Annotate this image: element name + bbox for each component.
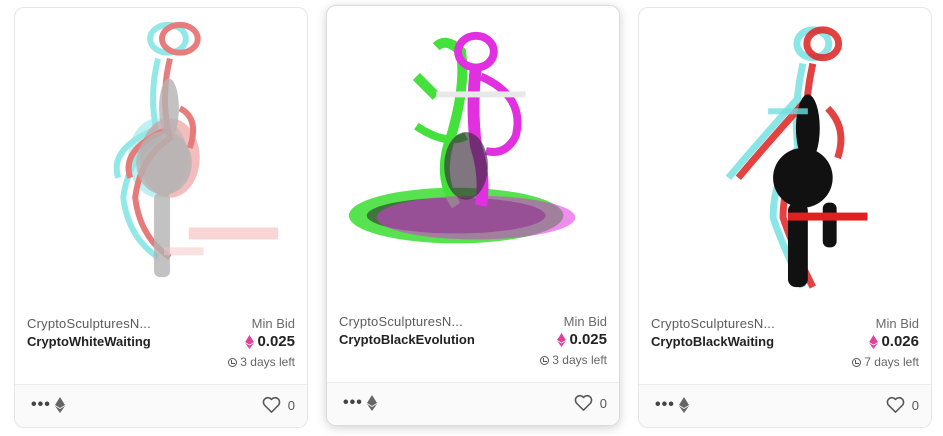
ethereum-icon xyxy=(869,334,879,349)
price: 0.026 xyxy=(869,333,919,350)
more-dots-icon[interactable]: ••• xyxy=(655,397,675,413)
price-value: 0.025 xyxy=(569,331,607,348)
ethereum-icon xyxy=(557,332,567,347)
ethereum-icon xyxy=(55,397,65,413)
like-count: 0 xyxy=(911,398,919,413)
nft-card[interactable]: CryptoSculpturesN... CryptoBlackEvolutio… xyxy=(326,5,620,426)
heart-icon[interactable] xyxy=(574,394,593,412)
heart-icon[interactable] xyxy=(886,396,905,414)
time-left-text: 3 days left xyxy=(552,353,607,367)
ethereum-icon xyxy=(245,334,255,349)
heart-icon[interactable] xyxy=(262,396,281,414)
time-left-text: 3 days left xyxy=(240,355,295,369)
min-bid-label: Min Bid xyxy=(563,314,607,329)
like-count: 0 xyxy=(599,396,607,411)
more-dots-icon[interactable]: ••• xyxy=(31,397,51,413)
price: 0.025 xyxy=(245,333,295,350)
time-left: 7 days left xyxy=(852,355,919,369)
clock-icon xyxy=(540,355,550,365)
price-value: 0.026 xyxy=(881,333,919,350)
nft-artwork-image[interactable] xyxy=(327,6,619,296)
time-left-text: 7 days left xyxy=(864,355,919,369)
card-footer: ••• 0 xyxy=(327,382,619,425)
nft-artwork-image[interactable] xyxy=(15,8,307,298)
time-left: 3 days left xyxy=(540,353,607,367)
nft-title[interactable]: CryptoBlackEvolution xyxy=(339,332,475,347)
ethereum-icon xyxy=(367,395,377,411)
price-value: 0.025 xyxy=(257,333,295,350)
collection-name[interactable]: CryptoSculpturesN... xyxy=(27,316,151,331)
collection-name[interactable]: CryptoSculpturesN... xyxy=(339,314,463,329)
card-footer: ••• 0 xyxy=(15,384,307,427)
nft-artwork-image[interactable] xyxy=(639,8,931,298)
clock-icon xyxy=(228,357,238,367)
min-bid-label: Min Bid xyxy=(251,316,295,331)
time-left: 3 days left xyxy=(228,355,295,369)
min-bid-label: Min Bid xyxy=(875,316,919,331)
more-dots-icon[interactable]: ••• xyxy=(343,395,363,411)
clock-icon xyxy=(852,357,862,367)
like-count: 0 xyxy=(287,398,295,413)
ethereum-icon xyxy=(679,397,689,413)
price: 0.025 xyxy=(557,331,607,348)
collection-name[interactable]: CryptoSculpturesN... xyxy=(651,316,775,331)
nft-card[interactable]: CryptoSculpturesN... CryptoBlackWaiting … xyxy=(638,7,932,428)
card-footer: ••• 0 xyxy=(639,384,931,427)
nft-title[interactable]: CryptoBlackWaiting xyxy=(651,334,774,349)
nft-title[interactable]: CryptoWhiteWaiting xyxy=(27,334,151,349)
nft-card[interactable]: CryptoSculpturesN... CryptoWhiteWaiting … xyxy=(14,7,308,428)
